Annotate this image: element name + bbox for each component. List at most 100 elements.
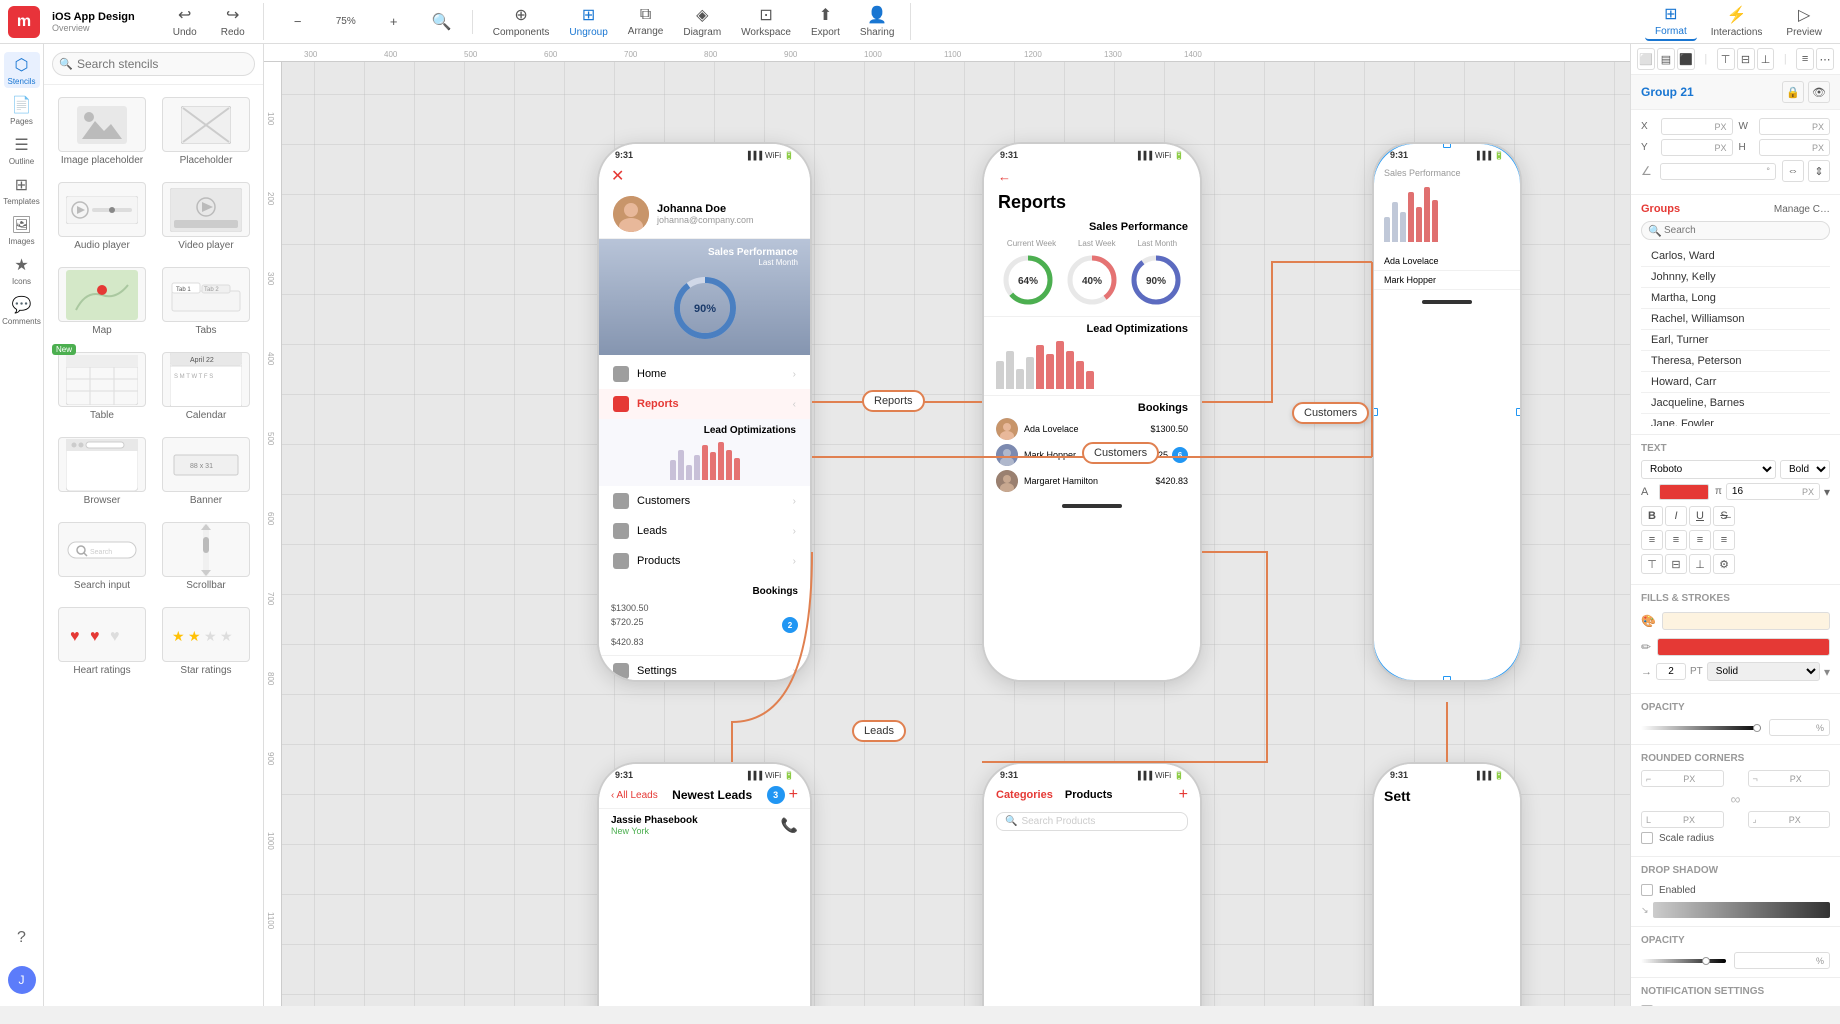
rpi-align-left[interactable]: ⬜ bbox=[1637, 48, 1655, 70]
rp-corner-tr-input[interactable]: 30 bbox=[1760, 773, 1788, 784]
name-item-6[interactable]: Howard, Carr bbox=[1641, 372, 1830, 393]
rp-stroke-type[interactable]: Solid Dashed Dotted bbox=[1707, 662, 1820, 681]
interactions-tab[interactable]: ⚡ Interactions bbox=[1701, 3, 1773, 40]
stencil-audio-player[interactable]: Audio player bbox=[54, 178, 150, 255]
stencil-banner[interactable]: 88 x 31 Banner bbox=[158, 433, 254, 510]
rp-text-color-swatch[interactable] bbox=[1659, 484, 1709, 500]
fmt-valign-top[interactable]: ⊤ bbox=[1641, 554, 1663, 574]
stencil-scrollbar[interactable]: Scrollbar bbox=[158, 518, 254, 595]
sidebar-outline[interactable]: ☰ Outline bbox=[4, 132, 40, 168]
stencil-placeholder[interactable]: Placeholder bbox=[158, 93, 254, 170]
name-item-8[interactable]: Jane, Fowler bbox=[1641, 414, 1830, 426]
rpi-flip-v[interactable]: ⇕ bbox=[1808, 160, 1830, 182]
rp-shadow-color-swatch[interactable] bbox=[1653, 902, 1830, 918]
zoom-level[interactable]: 75% bbox=[324, 14, 368, 29]
sidebar-pages[interactable]: 📄 Pages bbox=[4, 92, 40, 128]
rp-groups-search[interactable] bbox=[1641, 221, 1830, 240]
diagram-button[interactable]: ◈ Diagram bbox=[675, 3, 729, 40]
name-item-4[interactable]: Earl, Turner bbox=[1641, 330, 1830, 351]
undo-button[interactable]: ↩ Undo bbox=[163, 3, 207, 40]
sidebar-templates[interactable]: ⊞ Templates bbox=[4, 172, 40, 208]
fmt-underline[interactable]: U bbox=[1689, 506, 1711, 526]
name-item-1[interactable]: Johnny, Kelly bbox=[1641, 267, 1830, 288]
zoom-in-button[interactable]: + bbox=[372, 12, 416, 31]
preview-tab[interactable]: ▷ Preview bbox=[1776, 3, 1832, 40]
workspace-button[interactable]: ⊡ Workspace bbox=[733, 3, 799, 40]
zoom-out-button[interactable]: − bbox=[276, 12, 320, 31]
rp-shadow-opacity-slider[interactable] bbox=[1641, 959, 1726, 963]
fmt-valign-bot[interactable]: ⊥ bbox=[1689, 554, 1711, 574]
stencil-search-input[interactable]: Search Search input bbox=[54, 518, 150, 595]
rp-stroke-swatch[interactable] bbox=[1657, 638, 1830, 656]
sidebar-comments[interactable]: 💬 Comments bbox=[4, 292, 40, 328]
fmt-align-right[interactable]: ≡ bbox=[1689, 530, 1711, 550]
fmt-align-justify[interactable]: ≡ bbox=[1713, 530, 1735, 550]
format-tab[interactable]: ⊞ Format bbox=[1645, 2, 1697, 41]
fmt-align-left[interactable]: ≡ bbox=[1641, 530, 1663, 550]
stencil-table[interactable]: New Table bbox=[54, 348, 150, 425]
rp-corner-link-icon[interactable]: ∞ bbox=[1728, 791, 1744, 807]
rp-stroke-width[interactable] bbox=[1656, 663, 1686, 680]
fmt-settings[interactable]: ⚙ bbox=[1713, 554, 1735, 574]
ungroup-button[interactable]: ⊞ Ungroup bbox=[561, 3, 615, 40]
sidebar-images[interactable]: 🖼 Images bbox=[4, 212, 40, 248]
rp-corner-br-input[interactable]: 30 bbox=[1759, 814, 1787, 825]
nav-products[interactable]: Products › bbox=[599, 546, 810, 576]
nav-settings[interactable]: Settings › bbox=[599, 655, 810, 680]
stencil-image-placeholder[interactable]: Image placeholder bbox=[54, 93, 150, 170]
sharing-button[interactable]: 👤 Sharing bbox=[852, 3, 902, 40]
rpi-text-top[interactable]: ⊤ bbox=[1717, 48, 1735, 70]
name-item-3[interactable]: Rachel, Williamson bbox=[1641, 309, 1830, 330]
name-item-0[interactable]: Carlos, Ward bbox=[1641, 246, 1830, 267]
rp-shadow-opacity-input[interactable]: 75 bbox=[1740, 955, 1812, 966]
fmt-align-center[interactable]: ≡ bbox=[1665, 530, 1687, 550]
stencil-video-player[interactable]: Video player bbox=[158, 178, 254, 255]
rp-font-select[interactable]: Roboto bbox=[1641, 460, 1776, 479]
fmt-valign-mid[interactable]: ⊟ bbox=[1665, 554, 1687, 574]
rpi-flip-h[interactable]: ⇔ bbox=[1782, 160, 1804, 182]
redo-button[interactable]: ↪ Redo bbox=[211, 3, 255, 40]
rpi-text-bot[interactable]: ⊥ bbox=[1757, 48, 1775, 70]
rpi-align-center[interactable]: ▤ bbox=[1657, 48, 1675, 70]
rp-font-weight-select[interactable]: Bold Regular Italic bbox=[1780, 460, 1830, 479]
stencil-map[interactable]: Map bbox=[54, 263, 150, 340]
rp-angle-input[interactable]: 0 bbox=[1666, 166, 1763, 177]
stencil-heart-ratings[interactable]: ♥ ♥ ♥ Heart ratings bbox=[54, 603, 150, 680]
rp-shadow-enabled-checkbox[interactable] bbox=[1641, 884, 1653, 896]
rp-lock-icon[interactable]: 🔒 bbox=[1782, 81, 1804, 103]
nav-home[interactable]: Home › bbox=[599, 359, 810, 389]
rp-scale-radius-checkbox[interactable] bbox=[1641, 832, 1653, 844]
fmt-italic[interactable]: I bbox=[1665, 506, 1687, 526]
fmt-bold[interactable]: B bbox=[1641, 506, 1663, 526]
arrange-button[interactable]: ⧉ Arrange bbox=[620, 4, 672, 39]
rp-opacity-slider[interactable] bbox=[1641, 726, 1761, 730]
rpi-bars[interactable]: ≡ bbox=[1796, 48, 1814, 70]
rp-manage-label[interactable]: Manage C… bbox=[1774, 204, 1830, 215]
rpi-more[interactable]: ⋯ bbox=[1816, 48, 1834, 70]
rp-corner-tl-input[interactable]: 30 bbox=[1653, 773, 1681, 784]
canvas-area[interactable]: 300 400 500 600 700 800 900 1000 1100 12… bbox=[264, 44, 1630, 1006]
nav-customers[interactable]: Customers › bbox=[599, 486, 810, 516]
nav-reports[interactable]: Reports ‹ bbox=[599, 389, 810, 419]
rp-opacity-input[interactable]: 100 bbox=[1775, 722, 1812, 733]
stencil-calendar[interactable]: April 22 S M T W T F S Calendar bbox=[158, 348, 254, 425]
sidebar-help[interactable]: ? bbox=[4, 920, 40, 956]
sidebar-user-avatar[interactable]: J bbox=[4, 962, 40, 998]
rp-w-input[interactable]: 121 bbox=[1765, 121, 1808, 132]
name-item-5[interactable]: Theresa, Peterson bbox=[1641, 351, 1830, 372]
rp-fill-swatch[interactable] bbox=[1662, 612, 1830, 630]
rp-x-input[interactable]: 1123 bbox=[1667, 121, 1710, 132]
stencil-tabs[interactable]: Tab 1 Tab 2 Tabs bbox=[158, 263, 254, 340]
rp-h-input[interactable]: 36 bbox=[1765, 142, 1808, 153]
rp-notif-enabled-checkbox[interactable] bbox=[1641, 1005, 1653, 1006]
nav-leads[interactable]: Leads › bbox=[599, 516, 810, 546]
rp-corner-bl-input[interactable]: 30 bbox=[1653, 814, 1681, 825]
name-item-2[interactable]: Martha, Long bbox=[1641, 288, 1830, 309]
stencil-browser[interactable]: Browser bbox=[54, 433, 150, 510]
rpi-text-mid[interactable]: ⊟ bbox=[1737, 48, 1755, 70]
export-button[interactable]: ⬆ Export bbox=[803, 3, 848, 40]
rp-eye-icon[interactable]: 👁 bbox=[1808, 81, 1830, 103]
logo[interactable]: m bbox=[8, 6, 40, 38]
stencil-star-ratings[interactable]: ★ ★ ★ ★ Star ratings bbox=[158, 603, 254, 680]
components-button[interactable]: ⊕ Components bbox=[485, 3, 558, 40]
